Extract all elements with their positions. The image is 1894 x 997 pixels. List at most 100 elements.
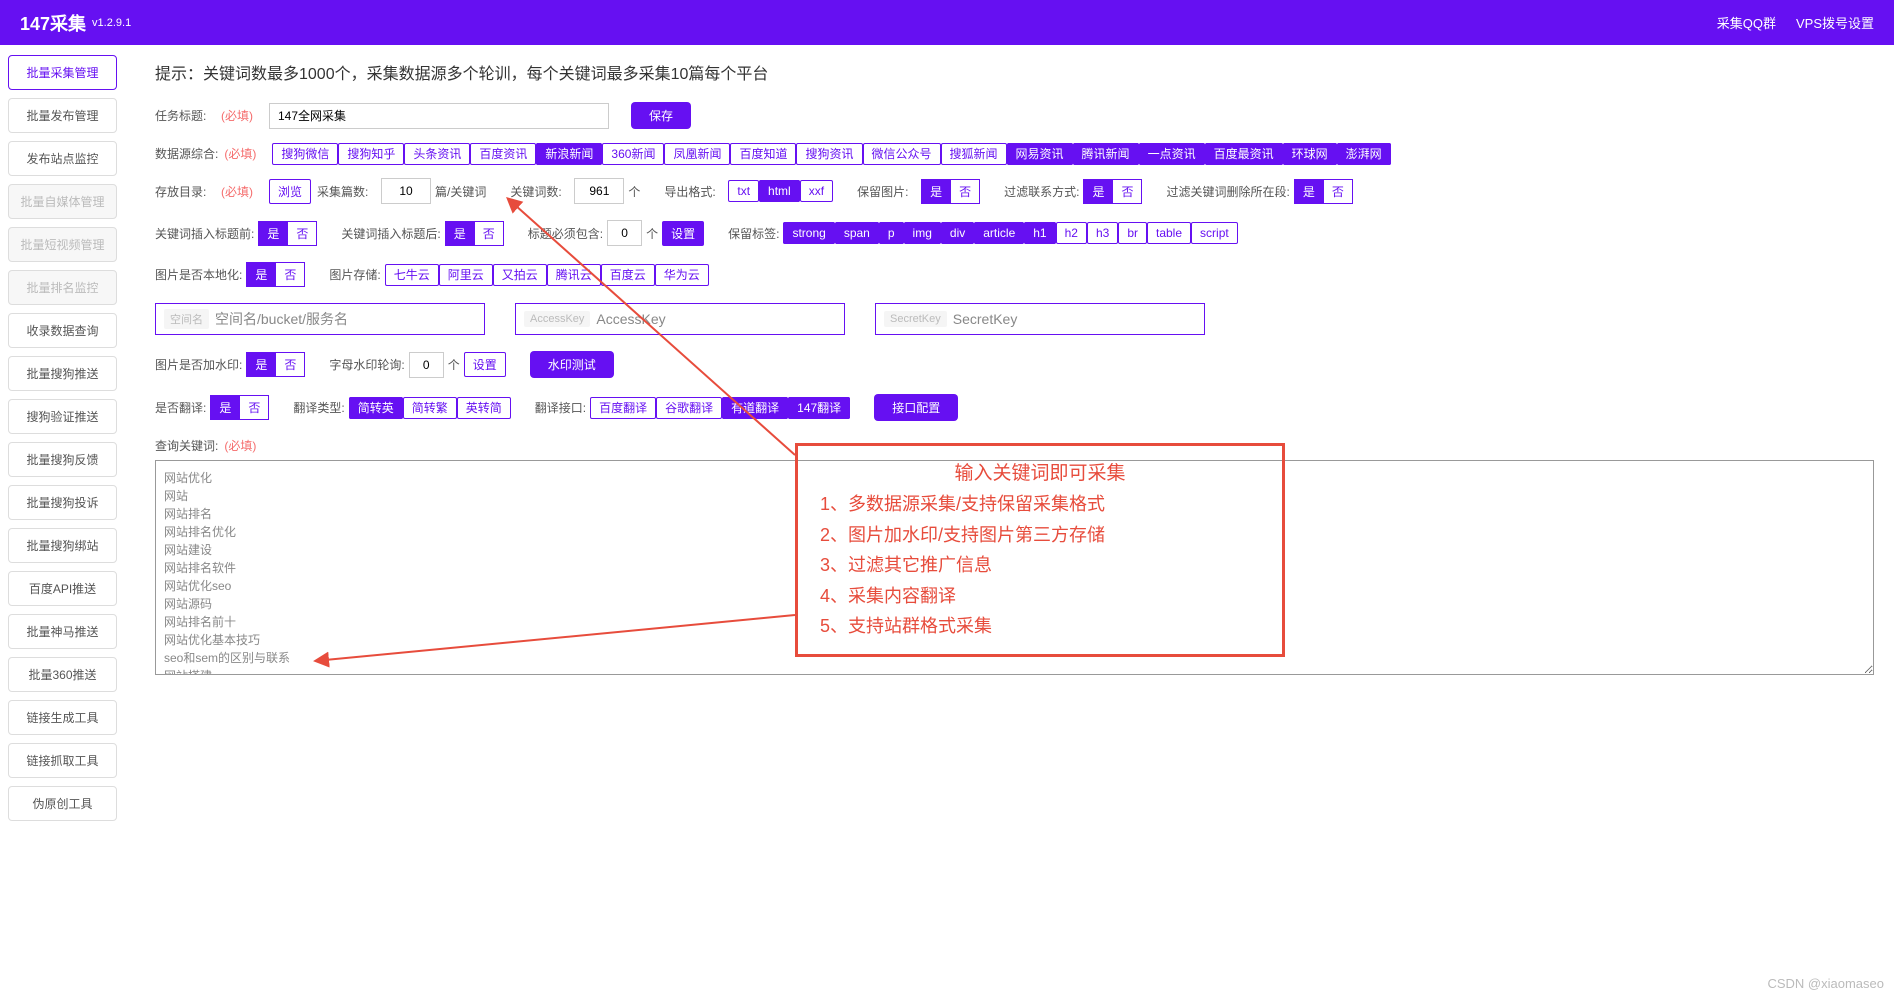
sidebar-item[interactable]: 批量搜狗绑站 [8,528,117,563]
toggle-image-local[interactable]: 是 否 [246,262,305,287]
storage-tag[interactable]: 七牛云 [385,264,439,286]
keep-tag[interactable]: table [1147,222,1191,244]
watermark-text: CSDN @xiaomaseo [1767,976,1884,991]
sidebar-item[interactable]: 搜狗验证推送 [8,399,117,434]
source-tag[interactable]: 搜狐新闻 [941,143,1007,165]
keep-tag[interactable]: div [941,222,974,244]
source-tag[interactable]: 环球网 [1283,143,1337,165]
link-qq-group[interactable]: 采集QQ群 [1717,13,1776,32]
keep-tag[interactable]: h3 [1087,222,1118,244]
format-tag[interactable]: txt [728,180,759,202]
label-translate-api: 翻译接口: [535,399,586,416]
sidebar-item[interactable]: 批量神马推送 [8,614,117,649]
save-button[interactable]: 保存 [631,102,691,129]
sidebar-item[interactable]: 批量360推送 [8,657,117,692]
required-mark: (必填) [224,437,256,454]
source-tag[interactable]: 澎湃网 [1337,143,1391,165]
sidebar-item[interactable]: 批量搜狗推送 [8,356,117,391]
label-watermark-seq: 字母水印轮询: [329,356,404,373]
source-tag[interactable]: 新浪新闻 [536,143,602,165]
label-image-local: 图片是否本地化: [155,266,242,283]
collect-count-unit: 篇/关键词 [435,183,486,200]
annotation-line: 3、过滤其它推广信息 [820,550,1260,581]
toggle-insert-before[interactable]: 是 否 [258,221,317,246]
sidebar-item: 批量短视频管理 [8,227,117,262]
keep-tag[interactable]: strong [783,222,834,244]
translate-api-tag[interactable]: 147翻译 [788,397,850,419]
source-tag[interactable]: 头条资讯 [404,143,470,165]
keep-tag[interactable]: p [879,222,904,244]
keyword-count-input[interactable] [574,178,624,204]
row-image-local: 图片是否本地化: 是 否 图片存储: 七牛云阿里云又拍云腾讯云百度云华为云 [155,262,1874,287]
label-task-title: 任务标题: [155,107,215,124]
toggle-filter-contact[interactable]: 是 否 [1083,179,1142,204]
source-tag[interactable]: 搜狗资讯 [796,143,862,165]
source-tag[interactable]: 一点资讯 [1139,143,1205,165]
watermark-set-button[interactable]: 设置 [464,352,506,377]
secret-key-input[interactable]: SecretKey SecretKey [875,303,1205,335]
sidebar-item[interactable]: 批量采集管理 [8,55,117,90]
sidebar-item[interactable]: 批量搜狗反馈 [8,442,117,477]
translate-type-tag[interactable]: 简转繁 [403,397,457,419]
translate-type-tag[interactable]: 简转英 [349,397,403,419]
title-must-count-input[interactable] [607,220,642,246]
keep-tag[interactable]: br [1118,222,1147,244]
app-logo: 147采集 [20,10,86,36]
source-tag[interactable]: 搜狗微信 [272,143,338,165]
source-tag[interactable]: 微信公众号 [863,143,941,165]
keep-tag[interactable]: h2 [1056,222,1087,244]
keep-tag[interactable]: span [835,222,879,244]
sidebar-item[interactable]: 批量发布管理 [8,98,117,133]
title-must-set-button[interactable]: 设置 [662,221,704,246]
toggle-insert-after[interactable]: 是 否 [445,221,504,246]
source-tag[interactable]: 百度知道 [730,143,796,165]
link-vps-settings[interactable]: VPS拨号设置 [1796,13,1874,32]
format-tag[interactable]: xxf [800,180,833,202]
browse-button[interactable]: 浏览 [269,179,311,204]
keep-tag[interactable]: script [1191,222,1238,244]
toggle-filter-keyword-delete[interactable]: 是 否 [1294,179,1353,204]
space-name-input[interactable]: 空间名 空间名/bucket/服务名 [155,303,485,335]
source-tag[interactable]: 凤凰新闻 [664,143,730,165]
collect-count-input[interactable] [381,178,431,204]
source-tag[interactable]: 腾讯新闻 [1073,143,1139,165]
sidebar-item[interactable]: 发布站点监控 [8,141,117,176]
translate-api-tag[interactable]: 有道翻译 [722,397,788,419]
label-storage-dir: 存放目录: [155,183,215,200]
sidebar-item[interactable]: 百度API推送 [8,571,117,606]
sidebar-item[interactable]: 伪原创工具 [8,786,117,821]
toggle-add-watermark[interactable]: 是 否 [246,352,305,377]
access-key-input[interactable]: AccessKey AccessKey [515,303,845,335]
sidebar-item[interactable]: 收录数据查询 [8,313,117,348]
source-tag[interactable]: 360新闻 [602,143,664,165]
task-title-input[interactable] [269,103,609,129]
storage-tag[interactable]: 百度云 [601,264,655,286]
keep-tag[interactable]: article [974,222,1024,244]
format-tag[interactable]: html [759,180,800,202]
storage-tag[interactable]: 阿里云 [439,264,493,286]
hint-text: 提示：关键词数最多1000个，采集数据源多个轮训，每个关键词最多采集10篇每个平… [155,60,1874,84]
label-filter-keyword-delete: 过滤关键词删除所在段: [1166,183,1289,200]
watermark-seq-input[interactable] [409,352,444,378]
sidebar-item[interactable]: 批量搜狗投诉 [8,485,117,520]
storage-tag[interactable]: 华为云 [655,264,709,286]
storage-tag[interactable]: 腾讯云 [547,264,601,286]
api-config-button[interactable]: 接口配置 [874,394,958,421]
label-filter-contact: 过滤联系方式: [1004,183,1079,200]
sidebar-item[interactable]: 链接抓取工具 [8,743,117,778]
sidebar-item[interactable]: 链接生成工具 [8,700,117,735]
keep-tag[interactable]: img [904,222,941,244]
toggle-keep-image[interactable]: 是 否 [921,179,980,204]
translate-type-tag[interactable]: 英转简 [457,397,511,419]
source-tag[interactable]: 百度资讯 [470,143,536,165]
translate-api-tag[interactable]: 百度翻译 [590,397,656,419]
source-tag[interactable]: 百度最资讯 [1205,143,1283,165]
required-mark: (必填) [221,107,253,124]
toggle-translate[interactable]: 是 否 [210,395,269,420]
storage-tag[interactable]: 又拍云 [493,264,547,286]
source-tag[interactable]: 搜狗知乎 [338,143,404,165]
keep-tag[interactable]: h1 [1024,222,1055,244]
translate-api-tag[interactable]: 谷歌翻译 [656,397,722,419]
source-tag[interactable]: 网易资讯 [1007,143,1073,165]
watermark-test-button[interactable]: 水印测试 [530,351,614,378]
